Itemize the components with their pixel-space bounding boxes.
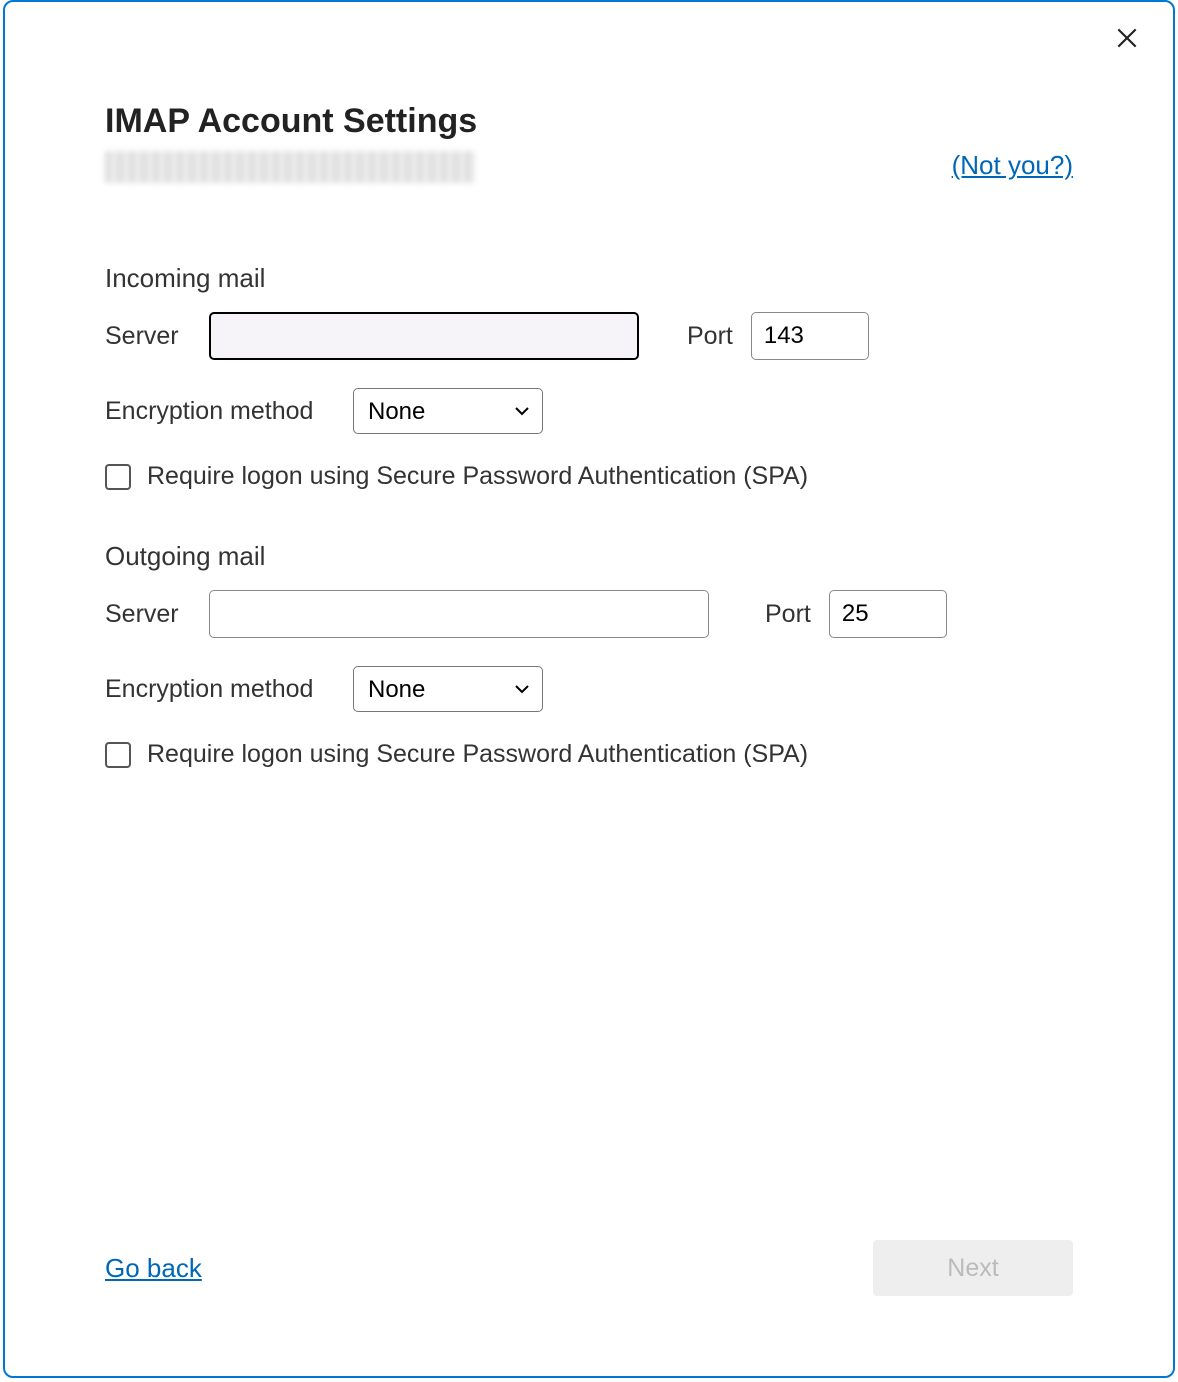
outgoing-encryption-label: Encryption method [105, 675, 335, 704]
go-back-link[interactable]: Go back [105, 1253, 202, 1284]
incoming-heading: Incoming mail [105, 263, 1073, 294]
not-you-link[interactable]: (Not you?) [952, 150, 1073, 181]
incoming-encryption-label: Encryption method [105, 397, 335, 426]
incoming-spa-checkbox[interactable] [105, 464, 131, 490]
account-email-redacted [105, 151, 475, 183]
outgoing-server-input[interactable] [209, 590, 709, 638]
incoming-port-label: Port [687, 322, 733, 351]
close-button[interactable] [1109, 20, 1145, 56]
incoming-server-input[interactable] [209, 312, 639, 360]
outgoing-encryption-select[interactable]: None [353, 666, 543, 712]
incoming-encryption-select[interactable]: None [353, 388, 543, 434]
outgoing-server-label: Server [105, 600, 191, 629]
outgoing-heading: Outgoing mail [105, 541, 1073, 572]
outgoing-port-input[interactable] [829, 590, 947, 638]
outgoing-port-label: Port [765, 600, 811, 629]
outgoing-spa-checkbox[interactable] [105, 742, 131, 768]
imap-settings-dialog: IMAP Account Settings (Not you?) Incomin… [3, 0, 1175, 1378]
incoming-spa-label: Require logon using Secure Password Auth… [147, 462, 808, 491]
incoming-port-input[interactable] [751, 312, 869, 360]
next-button[interactable]: Next [873, 1240, 1073, 1296]
incoming-server-label: Server [105, 322, 191, 351]
dialog-title: IMAP Account Settings [105, 102, 952, 141]
close-icon [1114, 25, 1140, 51]
outgoing-spa-label: Require logon using Secure Password Auth… [147, 740, 808, 769]
